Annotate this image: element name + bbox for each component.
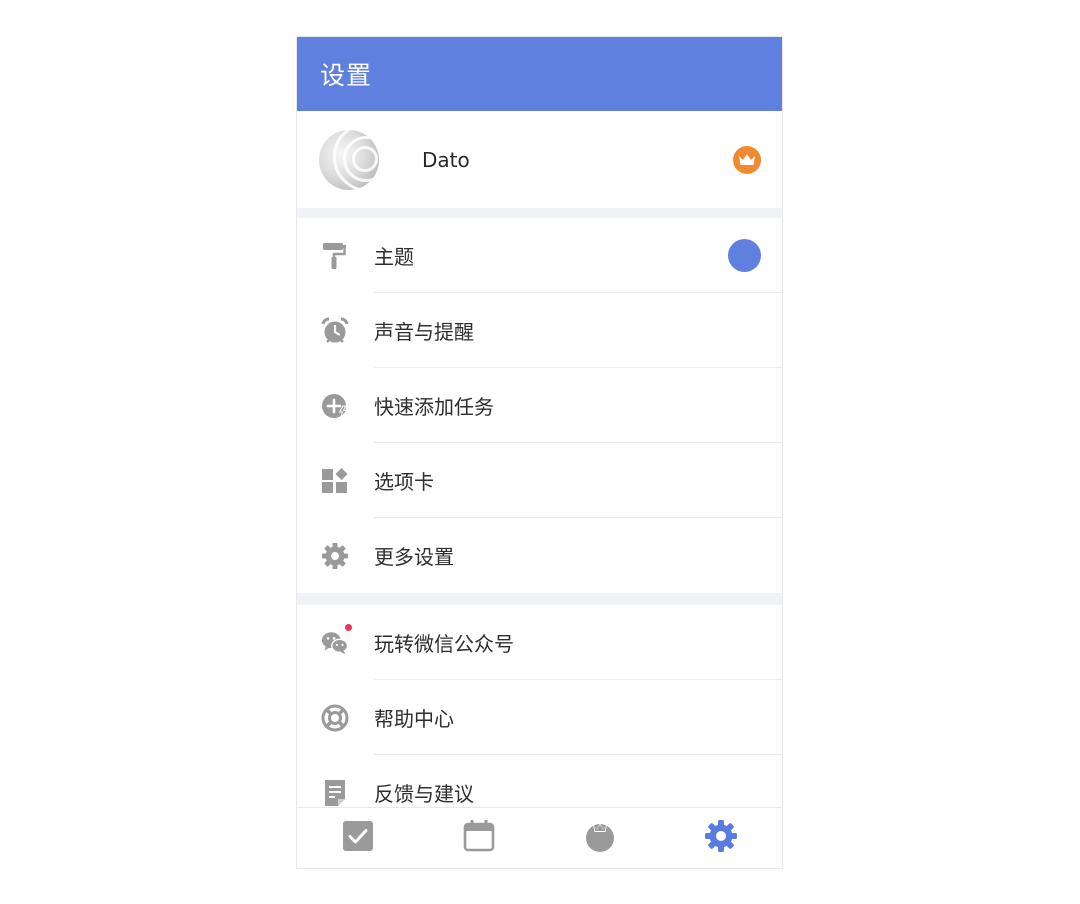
section-divider [297, 208, 782, 218]
section-divider [297, 593, 782, 605]
avatar[interactable] [319, 129, 379, 190]
feedback-note-icon [321, 779, 349, 807]
page-title: 设置 [320, 61, 373, 90]
tab-settings[interactable] [661, 808, 782, 868]
menu-item-label: 反馈与建议 [374, 782, 474, 806]
tomato-timer-icon [583, 819, 617, 857]
menu-item-theme[interactable]: 主题 [297, 218, 782, 293]
menu-item-label: 帮助中心 [374, 707, 454, 731]
tab-pomodoro[interactable] [540, 808, 661, 868]
menu-item-help-center[interactable]: 帮助中心 [297, 680, 782, 755]
menu-item-label: 选项卡 [374, 470, 434, 494]
gear-icon [321, 542, 349, 570]
menu-item-label: 声音与提醒 [374, 320, 474, 344]
quick-add-icon [321, 392, 349, 420]
app-header: 设置 [297, 37, 782, 111]
settings-group-main: 主题 声音与提醒 快速添加任务 选项卡 更多设置 [297, 218, 782, 593]
notification-dot [345, 623, 352, 631]
alarm-clock-icon [321, 317, 349, 345]
menu-item-more-settings[interactable]: 更多设置 [297, 518, 782, 593]
tab-calendar[interactable] [418, 808, 539, 868]
paint-roller-icon [321, 242, 349, 270]
checkbox-icon [342, 820, 374, 856]
menu-item-label: 快速添加任务 [374, 395, 494, 419]
menu-item-label: 玩转微信公众号 [374, 632, 514, 656]
calendar-icon [463, 819, 495, 856]
profile-name: Dato [422, 147, 470, 172]
bottom-tab-bar [297, 807, 782, 868]
lifebuoy-icon [321, 704, 349, 732]
crown-icon[interactable] [733, 145, 761, 174]
wechat-icon [321, 623, 352, 657]
profile-row[interactable]: Dato [297, 111, 782, 208]
menu-item-label: 主题 [374, 245, 414, 269]
menu-item-sound-reminder[interactable]: 声音与提醒 [297, 293, 782, 368]
settings-screen: 设置 Dato 主题 声音与提醒 快速添加任务 选项卡 更多设置 玩转微信公众号… [296, 36, 783, 869]
menu-item-tabs[interactable]: 选项卡 [297, 443, 782, 518]
tab-tasks[interactable] [297, 808, 418, 868]
widgets-icon [321, 467, 349, 495]
settings-gear-icon [704, 819, 738, 857]
menu-item-quick-add[interactable]: 快速添加任务 [297, 368, 782, 443]
theme-color-swatch[interactable] [728, 239, 761, 272]
menu-item-wechat[interactable]: 玩转微信公众号 [297, 605, 782, 680]
menu-item-label: 更多设置 [374, 545, 454, 569]
settings-group-help: 玩转微信公众号 帮助中心 反馈与建议 [297, 605, 782, 830]
